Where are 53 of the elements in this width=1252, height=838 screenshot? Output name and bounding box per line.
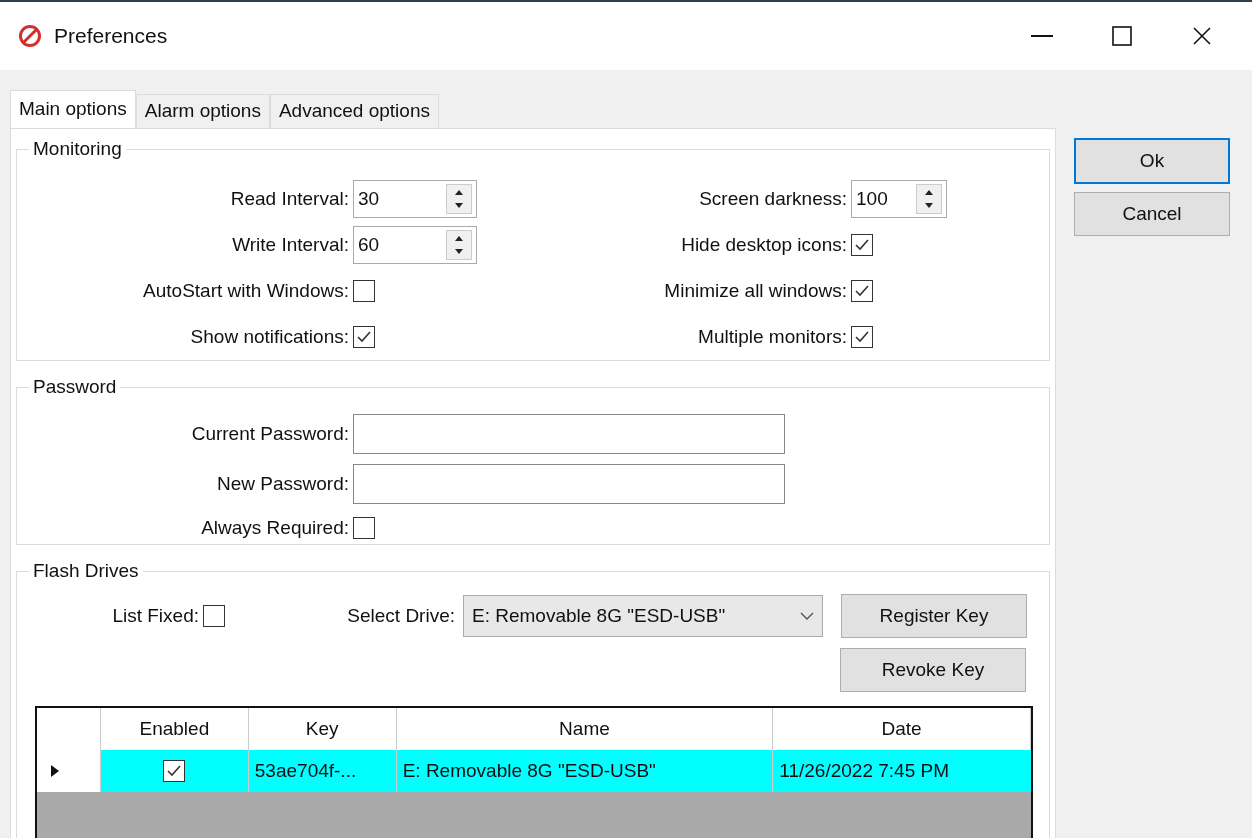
checkmark-icon	[854, 330, 870, 344]
register-key-button[interactable]: Register Key	[841, 594, 1027, 638]
password-field[interactable]	[353, 464, 785, 504]
drive-dropdown[interactable]: E: Removable 8G "ESD-USB"	[463, 595, 823, 637]
row-pointer-icon	[51, 765, 59, 777]
table-cell: 53ae704f-...	[248, 750, 397, 792]
table-row[interactable]: 53ae704f-... E: Removable 8G "ESD-USB" 11/26/2022 7:45 PM	[37, 750, 1031, 792]
window-title: Preferences	[54, 23, 169, 50]
option-label: Multiple monitors:	[697, 324, 848, 349]
cancel-button[interactable]: Cancel	[1074, 192, 1230, 236]
table-cell-text: 11/26/2022 7:45 PM	[778, 759, 950, 783]
checkmark-icon	[166, 764, 183, 778]
checkmark-icon	[854, 284, 870, 298]
option-label: Select Drive:	[346, 603, 456, 628]
option-label: List Fixed:	[111, 603, 200, 628]
ok-button[interactable]: Ok	[1074, 138, 1230, 184]
table-cell: E: Removable 8G "ESD-USB"	[396, 750, 774, 792]
minimize-icon	[1031, 34, 1053, 38]
prohibited-icon	[18, 24, 42, 48]
spin-arrows-icon[interactable]	[446, 230, 472, 260]
checkbox[interactable]	[353, 517, 375, 540]
option-label: Show notifications:	[189, 324, 350, 349]
number-spinner[interactable]: 100	[851, 180, 947, 218]
tab[interactable]: Alarm options	[135, 94, 270, 128]
field-label: New Password:	[216, 471, 350, 496]
option-label: Write Interval:	[231, 232, 350, 257]
option-label: Hide desktop icons:	[680, 232, 848, 257]
spin-arrows-icon[interactable]	[446, 184, 472, 214]
checkbox[interactable]	[203, 605, 225, 627]
option-label: Screen darkness:	[698, 186, 848, 211]
close-icon	[1192, 26, 1212, 46]
chevron-down-icon	[800, 612, 814, 620]
option-label: AutoStart with Windows:	[142, 278, 350, 303]
spin-arrows-icon[interactable]	[916, 184, 942, 214]
tab[interactable]: Main options	[10, 90, 136, 128]
checkbox[interactable]	[353, 326, 375, 348]
field-label: Always Required:	[200, 516, 350, 540]
revoke-key-button[interactable]: Revoke Key	[840, 648, 1026, 692]
checkbox[interactable]	[353, 280, 375, 302]
maximize-icon	[1112, 26, 1132, 46]
option-label: Read Interval:	[229, 186, 350, 211]
number-spinner[interactable]: 60	[353, 226, 477, 264]
number-spinner[interactable]: 30	[353, 180, 477, 218]
checkbox[interactable]	[851, 280, 873, 302]
checkbox[interactable]	[851, 326, 873, 348]
password-field[interactable]	[353, 414, 785, 454]
field-label: Current Password:	[190, 421, 350, 446]
tab[interactable]: Advanced options	[269, 94, 439, 128]
checkmark-icon	[356, 330, 372, 344]
checkbox[interactable]	[163, 760, 186, 782]
checkmark-icon	[854, 238, 870, 252]
checkbox[interactable]	[851, 234, 873, 256]
option-label: Minimize all windows:	[663, 278, 848, 303]
